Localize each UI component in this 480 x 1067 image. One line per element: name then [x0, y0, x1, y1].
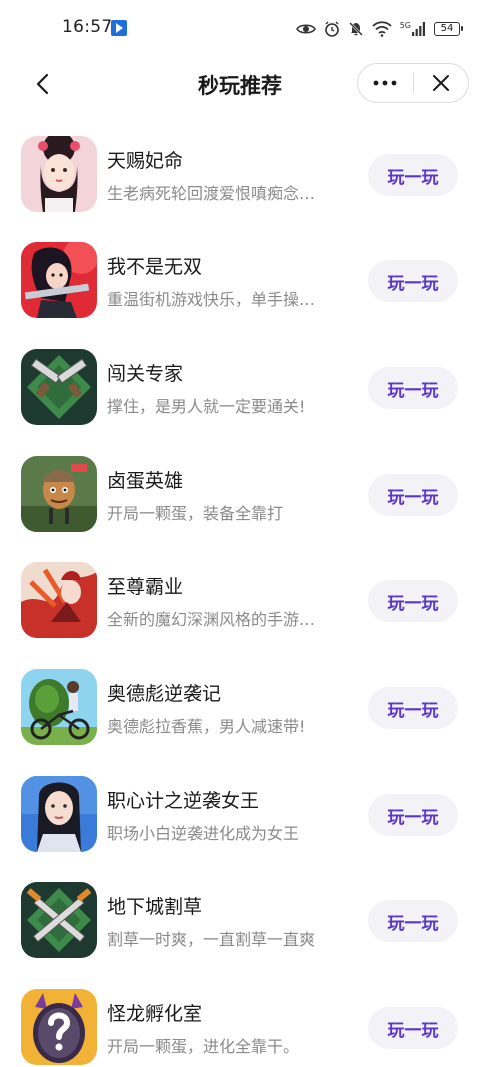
game-name: 地下城割草 [107, 896, 203, 918]
game-description: 奥德彪拉香蕉，男人减速带! [107, 717, 306, 736]
game-list-item[interactable]: 闯关专家 撑住，是男人就一定要通关! 玩一玩 [0, 333, 480, 439]
play-button[interactable]: 玩一玩 [368, 154, 458, 196]
more-dots-icon [373, 80, 397, 86]
play-button[interactable]: 玩一玩 [368, 1007, 458, 1049]
wifi-icon [372, 21, 392, 37]
game-name: 闯关专家 [107, 363, 184, 385]
game-list-item[interactable]: 天赐妃命 生老病死轮回渡爱恨嗔痴念… 玩一玩 [0, 120, 480, 226]
crossed-guns-icon [21, 349, 97, 425]
game-description: 撑住，是男人就一定要通关! [107, 397, 306, 416]
game-name: 卤蛋英雄 [107, 470, 184, 492]
game-description: 割草一时爽，一直割草一直爽 [107, 930, 316, 949]
game-name: 我不是无双 [107, 256, 203, 278]
play-button[interactable]: 玩一玩 [368, 580, 458, 622]
crossed-swords-icon [21, 882, 97, 958]
game-list-item[interactable]: 地下城割草 割草一时爽，一直割草一直爽 玩一玩 [0, 866, 480, 972]
game-description: 开局一颗蛋，装备全靠打 [107, 504, 284, 523]
play-button[interactable]: 玩一玩 [368, 687, 458, 729]
warrior-girl-icon [21, 242, 97, 318]
status-bar: 16:57 5G 54 [0, 0, 480, 58]
demon-warrior-icon [21, 562, 97, 638]
game-name: 天赐妃命 [107, 150, 184, 172]
close-icon [432, 75, 449, 91]
play-button[interactable]: 玩一玩 [368, 367, 458, 409]
play-button[interactable]: 玩一玩 [368, 474, 458, 516]
close-button[interactable] [413, 64, 468, 102]
game-list-item[interactable]: 我不是无双 重温街机游戏快乐，单手操… 玩一玩 [0, 226, 480, 332]
game-description: 职场小白逆袭进化成为女王 [107, 824, 300, 843]
more-button[interactable] [358, 64, 413, 102]
egg-hero-icon [21, 456, 97, 532]
game-list-item[interactable]: 怪龙孵化室 开局一颗蛋，进化全靠干。 玩一玩 [0, 973, 480, 1067]
alarm-icon [324, 21, 339, 37]
play-button[interactable]: 玩一玩 [368, 794, 458, 836]
game-list-item[interactable]: 奥德彪逆袭记 奥德彪拉香蕉，男人减速带! 玩一玩 [0, 653, 480, 759]
eye-icon [295, 24, 316, 34]
mystery-egg-icon [21, 989, 97, 1065]
mute-icon [348, 22, 363, 36]
play-button[interactable]: 玩一玩 [368, 900, 458, 942]
game-list-item[interactable]: 至尊霸业 全新的魔幻深渊风格的手游… 玩一玩 [0, 546, 480, 652]
status-icons: 5G 54 [295, 19, 463, 39]
game-name: 奥德彪逆袭记 [107, 683, 222, 705]
mini-program-capsule [357, 63, 469, 103]
banana-bike-icon [21, 669, 97, 745]
status-time: 16:57 [62, 17, 113, 37]
network-type: 5G [399, 21, 411, 30]
cell-signal-icon: 5G [400, 22, 426, 36]
notification-app-icon [111, 20, 127, 36]
game-name: 职心计之逆袭女王 [107, 790, 260, 812]
office-woman-icon [21, 776, 97, 852]
game-list-item[interactable]: 职心计之逆袭女王 职场小白逆袭进化成为女王 玩一玩 [0, 760, 480, 866]
battery-indicator: 54 [434, 22, 463, 36]
game-description: 全新的魔幻深渊风格的手游… [107, 610, 316, 629]
game-name: 至尊霸业 [107, 576, 184, 598]
game-list-item[interactable]: 卤蛋英雄 开局一颗蛋，装备全靠打 玩一玩 [0, 440, 480, 546]
game-description: 开局一颗蛋，进化全靠干。 [107, 1037, 300, 1056]
game-description: 重温街机游戏快乐，单手操… [107, 290, 316, 309]
game-name: 怪龙孵化室 [107, 1003, 203, 1025]
palace-lady-icon [21, 136, 97, 212]
nav-bar: 秒玩推荐 [0, 58, 480, 110]
game-description: 生老病死轮回渡爱恨嗔痴念… [107, 184, 316, 203]
play-button[interactable]: 玩一玩 [368, 260, 458, 302]
